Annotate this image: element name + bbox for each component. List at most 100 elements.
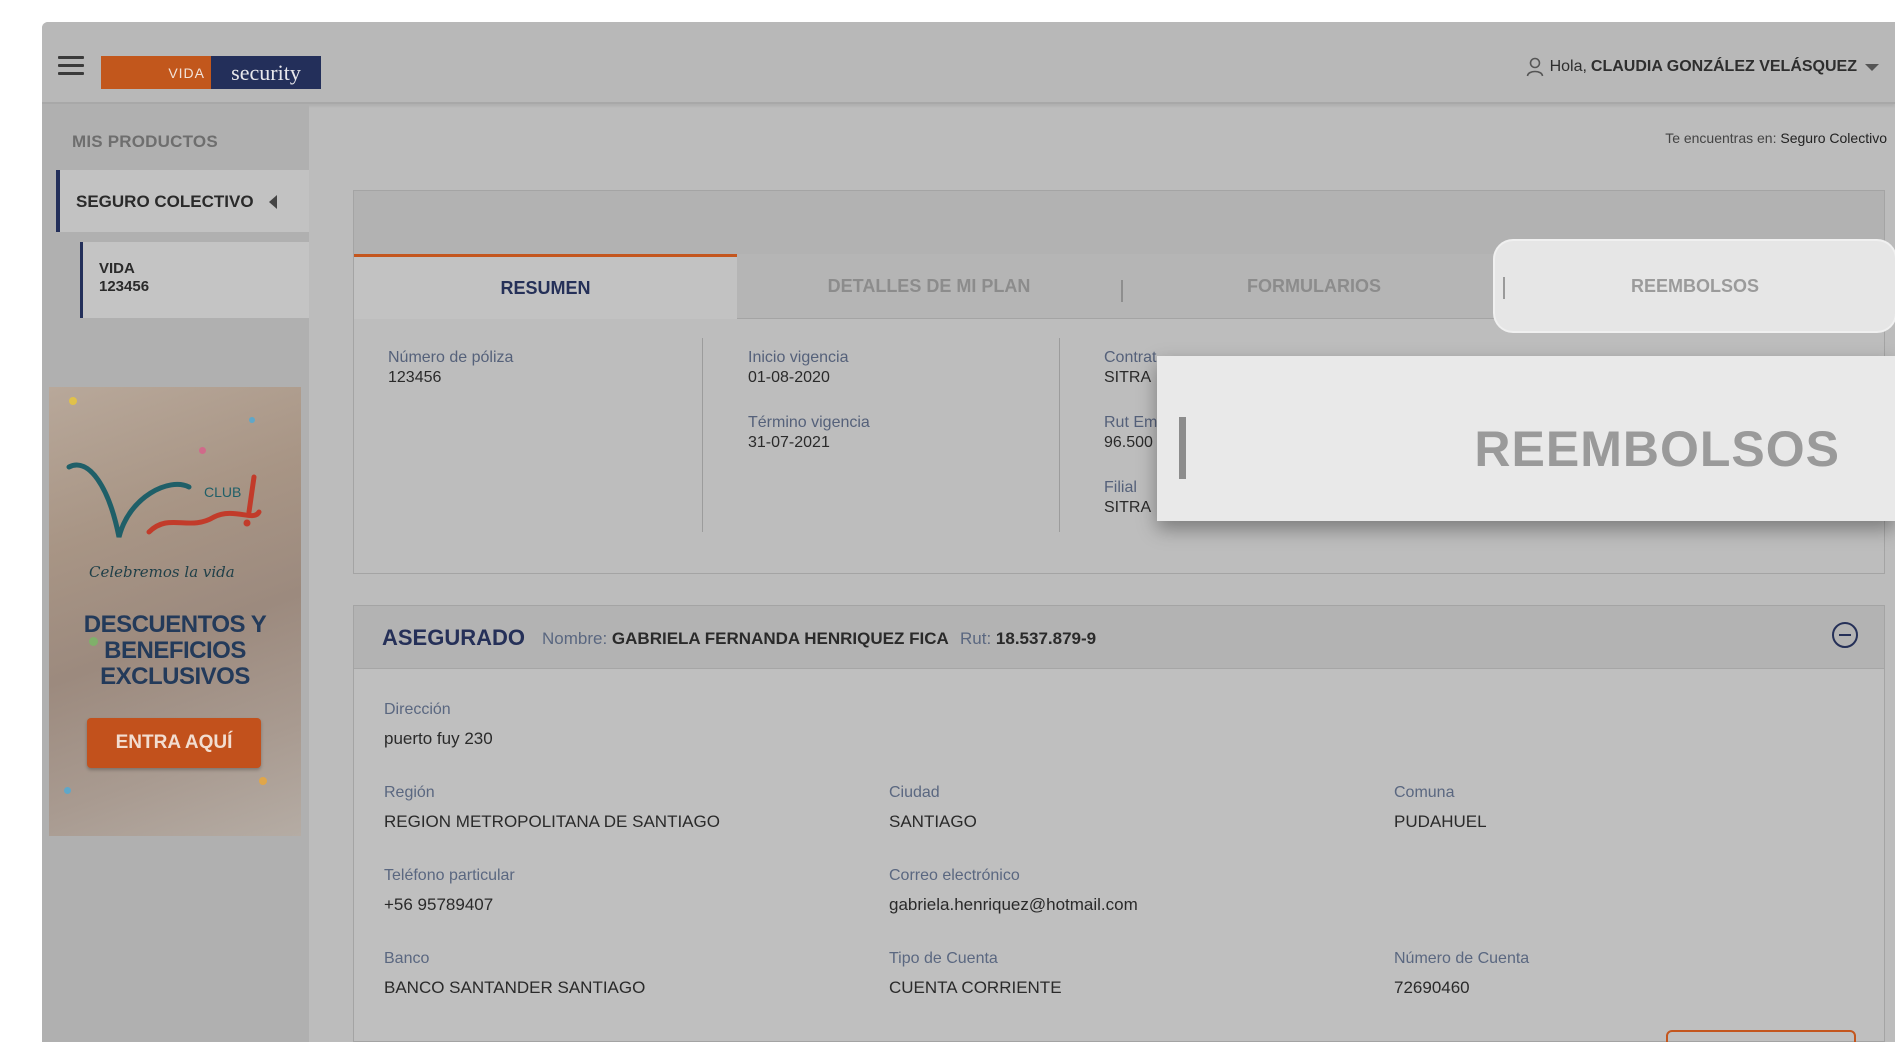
field-value: 31-07-2021: [748, 434, 830, 451]
subitem-number: 123456: [99, 278, 150, 295]
field-value: 123456: [388, 369, 442, 386]
rut-empresa-field: Rut Em 96.500: [1104, 414, 1157, 452]
asegurado-card: ASEGURADO Nombre: GABRIELA FERNANDA HENR…: [353, 605, 1885, 1042]
field-label: Inicio vigencia: [748, 349, 849, 366]
subitem-name: VIDA: [99, 260, 135, 277]
asegurado-rut: Rut: 18.537.879-9: [960, 629, 1096, 649]
field-label: Correo electrónico: [889, 867, 1020, 884]
confetti-dot: [259, 777, 267, 785]
breadcrumb: Te encuentras en: Seguro Colectivo: [1665, 130, 1887, 146]
comuna-field: Comuna PUDAHUEL: [1394, 784, 1487, 832]
field-value: 96.500: [1104, 434, 1153, 451]
field-label: Rut Em: [1104, 414, 1158, 431]
region-field: Región REGION METROPOLITANA DE SANTIAGO: [384, 784, 720, 832]
sidebar-item-seguro-colectivo[interactable]: SEGURO COLECTIVO: [56, 170, 309, 232]
field-label: Número de Cuenta: [1394, 950, 1530, 967]
confetti-dot: [64, 787, 71, 794]
filial-field: Filial SITRA: [1104, 479, 1151, 517]
correo-field: Correo electrónico gabriela.henriquez@ho…: [889, 867, 1138, 915]
vida-security-logo[interactable]: VIDA security: [101, 56, 321, 89]
zoom-callout-text: REEMBOLSOS: [1474, 421, 1840, 477]
tagline-text: Celebremos la vida: [89, 563, 235, 581]
field-value: gabriela.henriquez@hotmail.com: [889, 895, 1138, 914]
user-menu[interactable]: Hola, CLAUDIA GONZÁLEZ VELÁSQUEZ: [1526, 56, 1879, 78]
direccion-field: Dirección puerto fuy 230: [384, 701, 493, 749]
tab-resumen[interactable]: RESUMEN: [354, 254, 737, 319]
inicio-vigencia-field: Inicio vigencia 01-08-2020: [748, 349, 849, 387]
field-value: 01-08-2020: [748, 369, 830, 386]
numero-poliza-field: Número de póliza 123456: [388, 349, 513, 387]
rut-value: 18.537.879-9: [995, 629, 1097, 648]
tab-detalles-de-mi-plan[interactable]: DETALLES DE MI PLAN: [737, 254, 1121, 318]
ciudad-field: Ciudad SANTIAGO: [889, 784, 977, 832]
field-value: SANTIAGO: [889, 812, 977, 831]
breadcrumb-prefix: Te encuentras en:: [1665, 130, 1777, 146]
field-value: SITRA: [1104, 369, 1152, 386]
headline-line-2: BENEFICIOS: [104, 637, 246, 664]
numero-cuenta-field: Número de Cuenta 72690460: [1394, 950, 1529, 998]
column-divider: [702, 338, 703, 532]
sidebar-subitem-vida[interactable]: VIDA 123456: [80, 242, 309, 318]
banco-field: Banco BANCO SANTANDER SANTIAGO: [384, 950, 645, 998]
field-label: Tipo de Cuenta: [889, 950, 998, 967]
top-bar: VIDA security Hola, CLAUDIA GONZÁLEZ VEL…: [42, 22, 1895, 104]
app-window: VIDA security Hola, CLAUDIA GONZÁLEZ VEL…: [42, 22, 1895, 1042]
collapse-icon[interactable]: [1832, 622, 1858, 648]
field-value: SITRA: [1104, 499, 1152, 516]
headline-line-3: EXCLUSIVOS: [100, 663, 250, 690]
field-label: Término vigencia: [748, 414, 870, 431]
user-name: CLAUDIA GONZÁLEZ VELÁSQUEZ: [1590, 58, 1857, 75]
field-value: REGION METROPOLITANA DE SANTIAGO: [384, 812, 720, 831]
club-vive-logo: CLUB Celebremos la vida: [66, 462, 262, 581]
contratante-field: Contrat SITRA: [1104, 349, 1156, 387]
field-label: Región: [384, 784, 435, 801]
field-label: Filial: [1104, 479, 1137, 496]
menu-icon[interactable]: [58, 56, 84, 76]
rut-label: Rut:: [960, 629, 992, 648]
column-divider: [1059, 338, 1060, 532]
field-value: 72690460: [1394, 978, 1470, 997]
asegurado-header: ASEGURADO Nombre: GABRIELA FERNANDA HENR…: [354, 606, 1884, 669]
telefono-field: Teléfono particular +56 95789407: [384, 867, 515, 915]
tab-reembolsos-highlight[interactable]: REEMBOLSOS: [1495, 241, 1895, 331]
field-value: CUENTA CORRIENTE: [889, 978, 1062, 997]
confetti-dot: [249, 417, 255, 423]
greeting-text: Hola,: [1549, 58, 1587, 75]
sidebar-title: MIS PRODUCTOS: [72, 132, 218, 151]
field-label: Banco: [384, 950, 430, 967]
confetti-dot: [199, 447, 206, 454]
field-value: PUDAHUEL: [1394, 812, 1487, 831]
club-small-text: CLUB: [204, 484, 241, 500]
nombre-value: GABRIELA FERNANDA HENRIQUEZ FICA: [611, 629, 949, 648]
modificar-datos-button[interactable]: Modificar Datos: [1666, 1030, 1856, 1042]
tipo-cuenta-field: Tipo de Cuenta CUENTA CORRIENTE: [889, 950, 1062, 998]
entra-aqui-button[interactable]: ENTRA AQUÍ: [87, 718, 261, 768]
field-label: Dirección: [384, 701, 451, 718]
nombre-label: Nombre:: [542, 629, 608, 648]
field-label: Comuna: [1394, 784, 1455, 801]
breadcrumb-current[interactable]: Seguro Colectivo: [1780, 130, 1887, 146]
field-value: +56 95789407: [384, 895, 494, 914]
field-label: Número de póliza: [388, 349, 514, 366]
club-vive-banner[interactable]: CLUB Celebremos la vida DESCUENTOS Y BEN…: [49, 387, 301, 836]
sidebar-item-label: SEGURO COLECTIVO: [76, 192, 254, 211]
field-value: puerto fuy 230: [384, 729, 493, 748]
sidebar: MIS PRODUCTOS SEGURO COLECTIVO VIDA 1234…: [42, 104, 309, 1042]
field-value: BANCO SANTANDER SANTIAGO: [384, 978, 646, 997]
logo-security-text: security: [211, 56, 321, 89]
caret-left-icon: [269, 195, 277, 209]
termino-vigencia-field: Término vigencia 31-07-2021: [748, 414, 870, 452]
chevron-down-icon[interactable]: [1865, 63, 1879, 71]
asegurado-nombre: Nombre: GABRIELA FERNANDA HENRIQUEZ FICA: [542, 629, 949, 649]
tab-formularios[interactable]: FORMULARIOS: [1122, 254, 1506, 318]
zoom-divider: [1179, 417, 1186, 479]
confetti-dot: [69, 397, 77, 405]
field-label: Teléfono particular: [384, 867, 515, 884]
field-label: Contrat: [1104, 349, 1157, 366]
logo-vida-text: VIDA: [101, 56, 211, 89]
headline-line-1: DESCUENTOS Y: [83, 611, 267, 638]
asegurado-title: ASEGURADO: [382, 625, 526, 650]
user-icon: [1526, 57, 1543, 77]
reembolsos-zoom-callout: REEMBOLSOS: [1157, 356, 1895, 521]
banner-headline: DESCUENTOS Y BENEFICIOS EXCLUSIVOS: [49, 612, 301, 690]
